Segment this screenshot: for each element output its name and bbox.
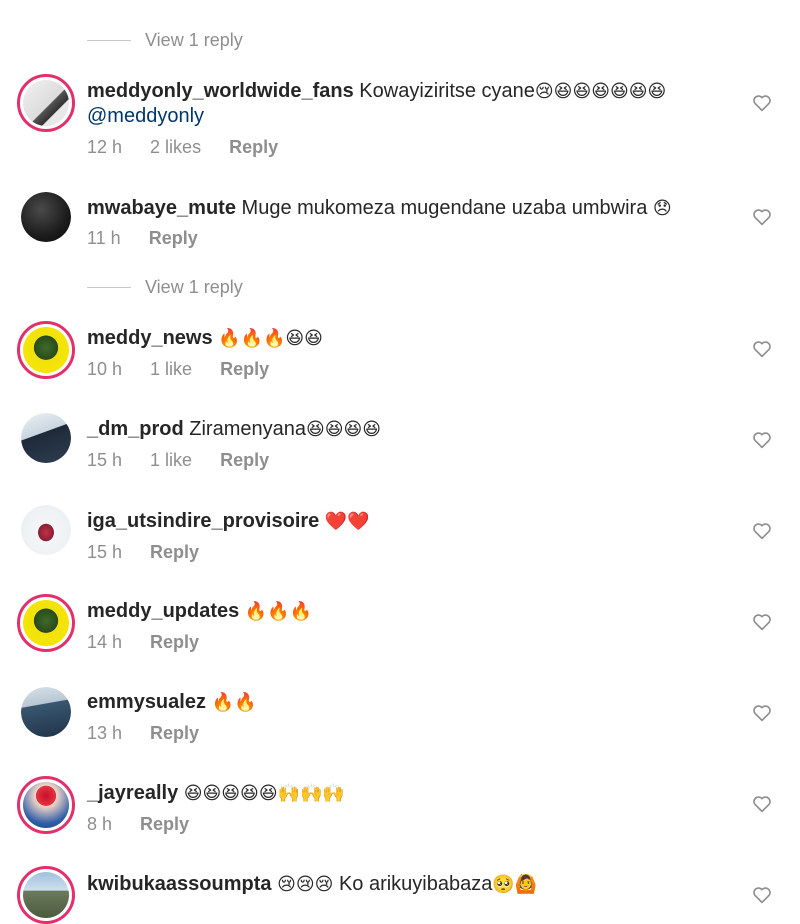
comment-text: emmysualez 🔥🔥: [87, 690, 730, 715]
heart-icon[interactable]: [752, 795, 772, 813]
emoji: 😢😆😆😆😆😆😆: [534, 81, 667, 102]
avatar[interactable]: [21, 413, 71, 463]
heart-icon[interactable]: [752, 431, 772, 449]
comment-time: 11 h: [87, 228, 121, 248]
reply-button[interactable]: Reply: [150, 542, 199, 563]
comment-username[interactable]: _jayreally: [87, 782, 178, 804]
comment-time: 10 h: [87, 359, 123, 379]
emoji: 🔥🔥🔥😆😆: [218, 328, 323, 349]
emoji: 🥺🙆: [492, 874, 538, 895]
comment-time: 15 h: [87, 542, 123, 562]
comment-time: 12 h: [87, 137, 123, 157]
comment-username[interactable]: meddy_updates: [87, 600, 239, 622]
heart-icon[interactable]: [752, 886, 772, 904]
reply-button[interactable]: Reply: [150, 632, 199, 653]
view-replies-link[interactable]: View 1 reply: [87, 275, 243, 299]
divider: [87, 286, 131, 288]
comment-meta: 10 h 1 like Reply: [87, 359, 297, 380]
comment-text: _jayreally 😆😆😆😆😆🙌🙌🙌: [87, 781, 730, 806]
comment-time: 13 h: [87, 723, 123, 743]
comment-text: iga_utsindire_provisoire ❤️❤️: [87, 509, 730, 534]
avatar[interactable]: [21, 505, 71, 555]
comment-time: 8 h: [87, 814, 113, 834]
heart-icon[interactable]: [752, 208, 772, 226]
emoji: 🔥🔥🔥: [244, 601, 313, 622]
comment-text: _dm_prod Ziramenyana😆😆😆😆: [87, 417, 730, 442]
mention-link[interactable]: @meddyonly: [87, 105, 204, 127]
reply-button[interactable]: Reply: [220, 359, 269, 380]
comment-body: Kowayiziritse cyane: [359, 80, 535, 102]
emoji: 😢😢😢: [277, 874, 334, 895]
comment-username[interactable]: emmysualez: [87, 691, 206, 713]
comment-username[interactable]: iga_utsindire_provisoire: [87, 510, 319, 532]
heart-icon[interactable]: [752, 94, 772, 112]
comment-meta: 12 h 2 likes Reply: [87, 137, 306, 158]
comment-username[interactable]: mwabaye_mute: [87, 197, 236, 219]
comment-meta: 15 h Reply: [87, 542, 227, 563]
emoji: 😞: [652, 198, 672, 219]
comment-meta: 13 h Reply: [87, 723, 227, 744]
comment-username[interactable]: _dm_prod: [87, 418, 184, 440]
comment-time: 14 h: [87, 632, 123, 652]
comment-likes[interactable]: 1 like: [150, 450, 192, 471]
heart-icon[interactable]: [752, 613, 772, 631]
comment-username[interactable]: meddyonly_worldwide_fans: [87, 80, 354, 102]
comment-meta: 8 h Reply: [87, 814, 217, 835]
emoji: 🔥🔥: [211, 692, 257, 713]
divider: [87, 39, 131, 41]
reply-button[interactable]: Reply: [149, 228, 198, 249]
emoji: ❤️❤️: [324, 511, 370, 532]
avatar[interactable]: [17, 321, 75, 379]
comment-likes[interactable]: 2 likes: [150, 137, 201, 158]
reply-button[interactable]: Reply: [150, 723, 199, 744]
avatar[interactable]: [17, 776, 75, 834]
avatar[interactable]: [17, 74, 75, 132]
heart-icon[interactable]: [752, 704, 772, 722]
comment-username[interactable]: kwibukaassoumpta: [87, 873, 272, 895]
emoji: 😆😆😆😆😆🙌🙌🙌: [183, 783, 345, 804]
comment-text: meddyonly_worldwide_fans Kowayiziritse c…: [87, 79, 730, 128]
comment-likes[interactable]: 1 like: [150, 359, 192, 380]
comment-body: Ziramenyana: [189, 418, 306, 440]
heart-icon[interactable]: [752, 522, 772, 540]
emoji: 😆😆😆😆: [305, 419, 382, 440]
view-replies-label: View 1 reply: [145, 276, 243, 297]
comment-text: kwibukaassoumpta 😢😢😢 Ko arikuyibabaza🥺🙆: [87, 872, 730, 897]
avatar[interactable]: [17, 594, 75, 652]
comment-time: 15 h: [87, 450, 123, 470]
view-replies-label: View 1 reply: [145, 29, 243, 50]
comment-body: Ko arikuyibabaza: [338, 873, 493, 895]
avatar[interactable]: [21, 687, 71, 737]
reply-button[interactable]: Reply: [220, 450, 269, 471]
comment-username[interactable]: meddy_news: [87, 327, 213, 349]
reply-button[interactable]: Reply: [140, 814, 189, 835]
view-replies-link[interactable]: View 1 reply: [87, 28, 243, 52]
avatar[interactable]: [21, 192, 71, 242]
reply-button[interactable]: Reply: [229, 137, 278, 158]
heart-icon[interactable]: [752, 340, 772, 358]
avatar[interactable]: [17, 866, 75, 924]
comment-text: meddy_updates 🔥🔥🔥: [87, 599, 730, 624]
comment-meta: 14 h Reply: [87, 632, 227, 653]
comment-meta: 11 h Reply: [87, 228, 226, 249]
comment-text: mwabaye_mute Muge mukomeza mugendane uza…: [87, 196, 730, 221]
comment-text: meddy_news 🔥🔥🔥😆😆: [87, 326, 730, 351]
comment-body: Muge mukomeza mugendane uzaba umbwira: [241, 197, 648, 219]
comment-meta: 15 h 1 like Reply: [87, 450, 297, 471]
